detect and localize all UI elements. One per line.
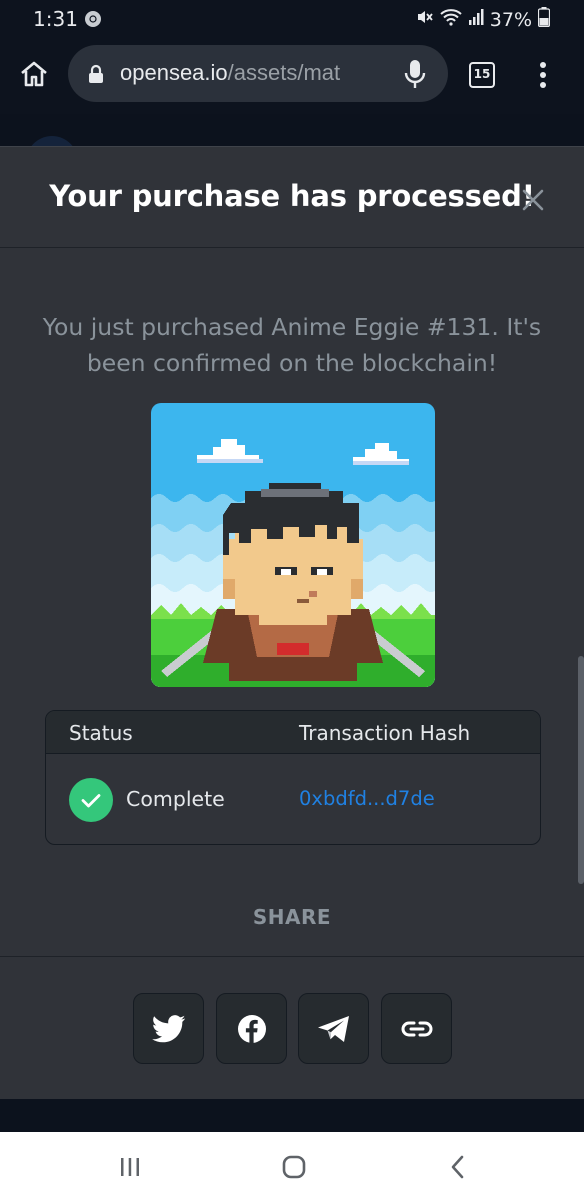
home-circle-icon (282, 1155, 306, 1179)
back-button[interactable] (441, 1150, 475, 1184)
transaction-table: Status Transaction Hash Complete 0xbdfd.… (45, 710, 541, 845)
address-bar[interactable]: opensea.io/assets/mat (68, 45, 448, 102)
clock: 1:31 (33, 7, 78, 31)
battery-icon (537, 7, 551, 32)
share-twitter-button[interactable] (133, 993, 204, 1064)
home-nav-button[interactable] (277, 1150, 311, 1184)
divider (0, 956, 584, 957)
modal-title: Your purchase has processed! (49, 179, 535, 213)
telegram-icon (317, 1015, 349, 1042)
mic-icon[interactable] (404, 58, 426, 94)
lock-icon (88, 64, 104, 88)
share-facebook-button[interactable] (216, 993, 287, 1064)
hash-header: Transaction Hash (299, 721, 471, 745)
status-value: Complete (126, 787, 225, 811)
transaction-hash-link[interactable]: 0xbdfd...d7de (299, 787, 435, 810)
nft-image (151, 403, 435, 687)
home-icon (21, 61, 47, 87)
chrome-icon (84, 10, 102, 32)
facebook-icon (237, 1014, 266, 1043)
recents-button[interactable] (113, 1150, 147, 1184)
twitter-icon (151, 1014, 185, 1042)
close-button[interactable] (520, 187, 546, 213)
recents-icon (121, 1158, 139, 1176)
system-nav-bar (0, 1132, 584, 1200)
url-text: opensea.io/assets/mat (120, 60, 340, 86)
tab-switcher-button[interactable]: 15 (469, 62, 495, 88)
status-bar: 1:31 37% (0, 0, 584, 36)
home-button[interactable] (18, 58, 50, 90)
mute-icon (416, 8, 434, 31)
share-label: SHARE (252, 905, 332, 929)
check-icon (69, 778, 113, 822)
purchase-message: You just purchased Anime Eggie #131. It'… (42, 313, 542, 377)
scrollbar[interactable] (578, 656, 584, 884)
url-domain: opensea.io (120, 60, 228, 85)
url-path: /assets/mat (227, 60, 341, 85)
back-icon (451, 1155, 464, 1179)
copy-link-button[interactable] (381, 993, 452, 1064)
table-header: Status Transaction Hash (46, 711, 540, 754)
status-header: Status (69, 721, 133, 745)
signal-icon (468, 8, 484, 31)
status-icons: 37% (416, 7, 551, 32)
browser-toolbar: opensea.io/assets/mat 15 (0, 36, 584, 114)
battery-percent: 37% (489, 8, 532, 31)
share-telegram-button[interactable] (298, 993, 369, 1064)
wifi-icon (440, 8, 462, 31)
close-icon (522, 189, 544, 211)
link-icon (401, 1021, 432, 1036)
purchase-modal: Your purchase has processed! You just pu… (0, 146, 584, 1099)
modal-header: Your purchase has processed! (0, 147, 584, 248)
more-vert-icon[interactable] (533, 60, 553, 90)
